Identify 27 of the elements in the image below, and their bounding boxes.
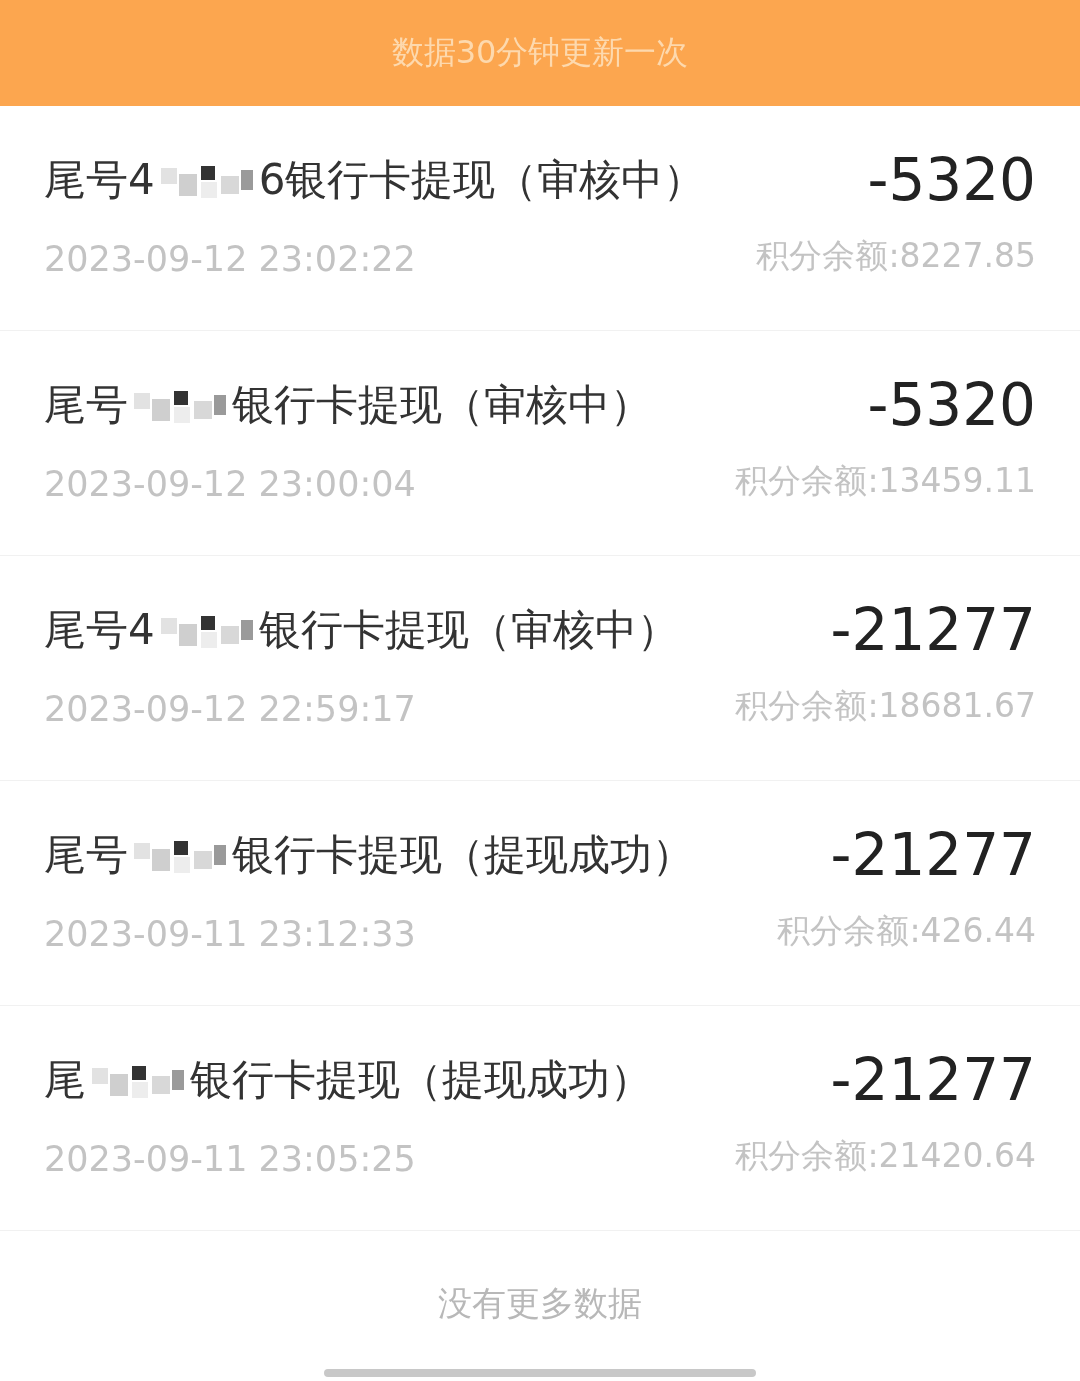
amount: -21277	[830, 596, 1036, 664]
no-more-data-text: 没有更多数据	[438, 1282, 642, 1325]
record-title: 银行卡提现（审核中）	[232, 379, 652, 431]
record-title: 银行卡提现（审核中）	[258, 604, 679, 656]
update-notice: 数据30分钟更新一次	[391, 32, 689, 73]
record-title: 6银行卡提现（审核中）	[258, 154, 706, 206]
amount: -21277	[830, 821, 1036, 889]
timestamp: 2023-09-11 23:12:33	[44, 914, 416, 954]
record-title: 尾号4	[44, 154, 155, 206]
timestamp: 2023-09-12 23:00:04	[44, 464, 416, 504]
points-balance: 积分余额:426.44	[777, 910, 1036, 952]
amount: -5320	[867, 146, 1036, 214]
points-balance: 积分余额:8227.85	[756, 235, 1036, 277]
record-title: 尾号	[44, 829, 128, 881]
record-title: 尾号4	[44, 604, 155, 656]
points-balance: 积分余额:13459.11	[735, 460, 1036, 502]
record-title: 尾	[44, 1054, 86, 1106]
timestamp: 2023-09-12 23:02:22	[44, 239, 416, 279]
amount: -5320	[867, 371, 1036, 439]
record-title: 银行卡提现（提现成功）	[232, 829, 694, 881]
timestamp: 2023-09-12 22:59:17	[44, 689, 416, 729]
points-balance: 积分余额:18681.67	[735, 685, 1036, 727]
timestamp: 2023-09-11 23:05:25	[44, 1139, 416, 1179]
record-title: 尾号	[44, 379, 128, 431]
amount: -21277	[830, 1046, 1036, 1114]
record-title: 银行卡提现（提现成功）	[190, 1054, 652, 1106]
points-balance: 积分余额:21420.64	[735, 1135, 1036, 1177]
